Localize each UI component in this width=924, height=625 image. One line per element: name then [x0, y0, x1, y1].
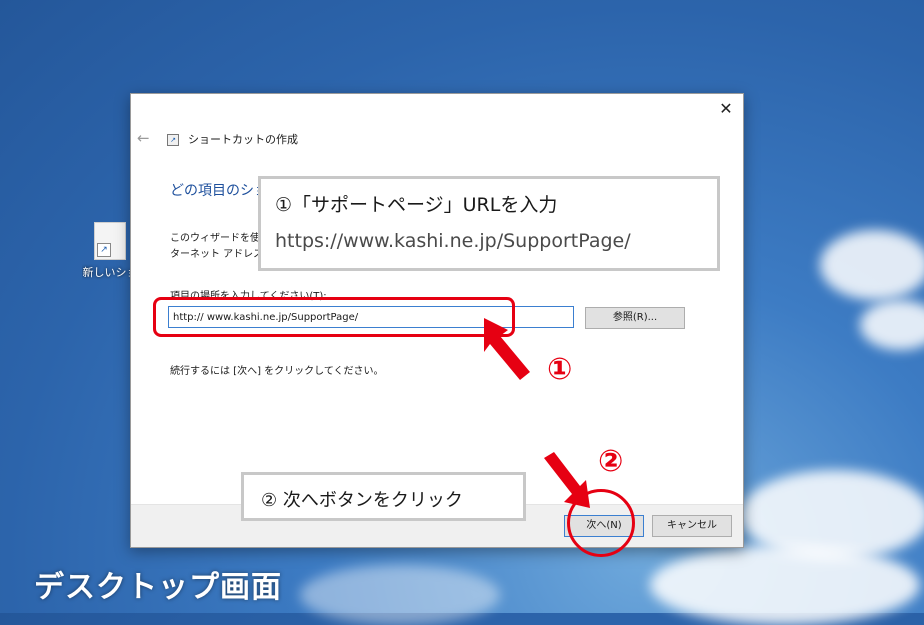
- url-callout: ①「サポートページ」URLを入力 https://www.kashi.ne.jp…: [258, 176, 720, 271]
- next-callout: ② 次へボタンをクリック: [241, 472, 526, 521]
- screen-caption: デスクトップ画面: [34, 570, 282, 605]
- close-button[interactable]: ✕: [713, 97, 739, 121]
- shortcut-wizard-icon: ↗: [167, 134, 179, 146]
- step-marker-1: ①: [547, 352, 573, 387]
- back-arrow-icon[interactable]: ←: [137, 129, 150, 147]
- file-icon: ↗: [94, 222, 126, 260]
- arrow-to-next-icon: [544, 452, 590, 508]
- cloud: [860, 300, 924, 350]
- wizard-title: ショートカットの作成: [188, 133, 298, 146]
- cloud: [820, 230, 924, 300]
- description-line: ターネット アドレスへ: [170, 249, 260, 260]
- callout-text: ② 次へボタンをクリック: [261, 490, 463, 511]
- description-line: このウィザードを使用: [170, 233, 260, 244]
- description: このウィザードを使用 ターネット アドレスへ: [170, 231, 260, 263]
- cancel-button[interactable]: キャンセル: [652, 515, 732, 537]
- page-heading: どの項目のショ: [170, 183, 260, 199]
- continue-instruction: 続行するには [次へ] をクリックしてください。: [170, 366, 384, 377]
- arrow-to-input-icon: [484, 318, 530, 380]
- cloud: [650, 545, 920, 625]
- cloud: [300, 565, 500, 625]
- shortcut-arrow-icon: ↗: [97, 243, 111, 257]
- browse-button[interactable]: 参照(R)...: [585, 307, 685, 329]
- callout-url: https://www.kashi.ne.jp/SupportPage/: [275, 230, 631, 252]
- step-marker-2: ②: [598, 444, 624, 479]
- callout-title: ①「サポートページ」URLを入力: [275, 194, 558, 216]
- input-highlight-box: [153, 297, 515, 337]
